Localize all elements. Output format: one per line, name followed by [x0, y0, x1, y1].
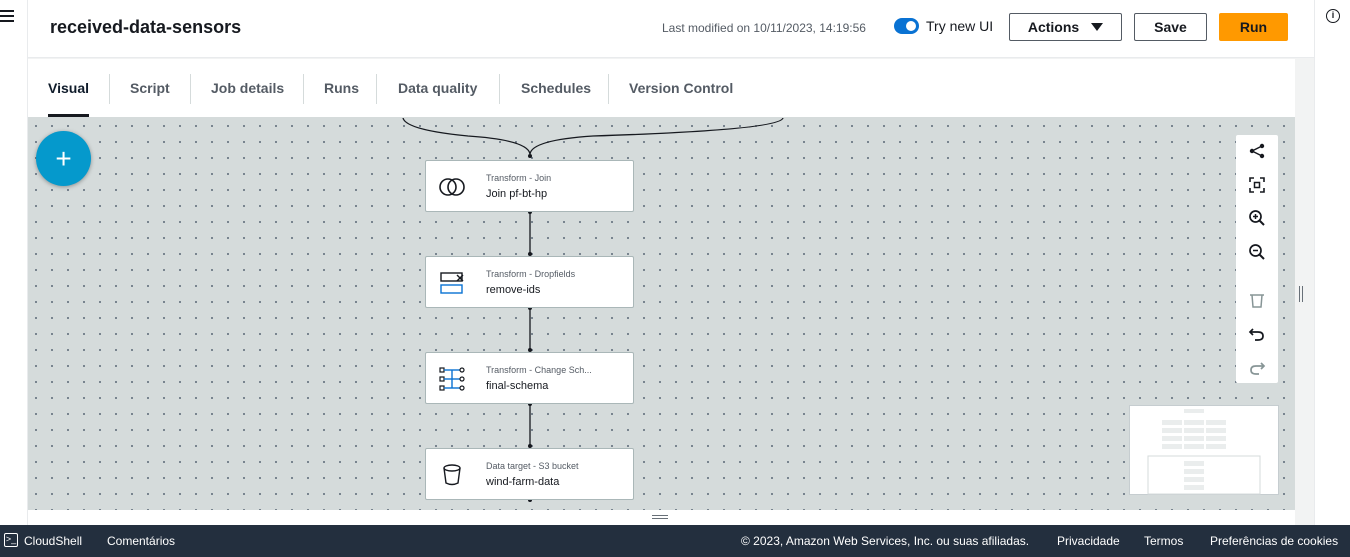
- node-connections: [402, 118, 784, 502]
- tab-runs[interactable]: Runs: [324, 59, 359, 117]
- cloudshell-icon[interactable]: >_: [4, 533, 18, 547]
- job-header: received-data-sensors Last modified on 1…: [28, 0, 1314, 58]
- copyright-text: © 2023, Amazon Web Services, Inc. ou sua…: [741, 534, 1030, 548]
- job-title: received-data-sensors: [50, 17, 242, 37]
- node-join[interactable]: Transform - Join Join pf-bt-hp: [425, 160, 634, 212]
- node-type: Transform - Change Sch...: [486, 365, 592, 375]
- actions-button[interactable]: Actions: [1009, 13, 1122, 41]
- canvas-minimap[interactable]: [1129, 405, 1279, 495]
- join-icon: [439, 178, 465, 196]
- console-footer: >_ CloudShell Comentários © 2023, Amazon…: [0, 525, 1350, 557]
- terms-link[interactable]: Termos: [1144, 534, 1183, 548]
- tab-script[interactable]: Script: [130, 59, 170, 117]
- tab-divider: [190, 74, 191, 104]
- actions-button-label: Actions: [1027, 19, 1080, 35]
- layout-icon[interactable]: [1247, 141, 1267, 161]
- canvas-toolbar: [1236, 135, 1278, 383]
- left-nav-strip: [0, 0, 28, 525]
- save-button[interactable]: Save: [1134, 13, 1207, 41]
- info-icon[interactable]: i: [1326, 9, 1340, 23]
- node-name: remove-ids: [486, 284, 541, 296]
- minimap-preview: [1147, 409, 1261, 495]
- node-type: Transform - Join: [486, 173, 552, 183]
- job-tabs: Visual Script Job details Runs Data qual…: [28, 59, 1295, 118]
- privacy-link[interactable]: Privacidade: [1057, 534, 1120, 548]
- s3-bucket-icon: [443, 464, 461, 486]
- undo-icon[interactable]: [1247, 324, 1267, 344]
- node-dropfields[interactable]: Transform - Dropfields remove-ids: [425, 256, 634, 308]
- fit-screen-icon[interactable]: [1247, 175, 1267, 195]
- tab-divider: [499, 74, 500, 104]
- tab-divider: [303, 74, 304, 104]
- tab-divider: [608, 74, 609, 104]
- node-type: Transform - Dropfields: [486, 269, 576, 279]
- change-schema-icon: [439, 367, 465, 391]
- zoom-in-icon[interactable]: [1247, 208, 1267, 228]
- tab-schedules[interactable]: Schedules: [521, 59, 591, 117]
- menu-icon[interactable]: [0, 10, 14, 22]
- node-s3-target[interactable]: Data target - S3 bucket wind-farm-data: [425, 448, 634, 500]
- add-node-button[interactable]: +: [36, 131, 91, 186]
- tab-version-control[interactable]: Version Control: [629, 59, 733, 117]
- cookie-preferences-link[interactable]: Preferências de cookies: [1210, 534, 1338, 548]
- delete-icon[interactable]: [1247, 290, 1267, 310]
- right-panel-strip: i: [1314, 0, 1350, 525]
- visual-canvas[interactable]: + Transform - Join Join pf-bt-hp Transfo…: [28, 118, 1295, 510]
- redo-icon[interactable]: [1247, 358, 1267, 378]
- cloudshell-link[interactable]: CloudShell: [24, 534, 82, 548]
- bottom-panel-drag-area: [28, 510, 1295, 525]
- node-type: Data target - S3 bucket: [486, 461, 579, 471]
- toggle-knob: [906, 21, 916, 31]
- node-change-schema[interactable]: Transform - Change Sch... final-schema: [425, 352, 634, 404]
- last-modified-text: Last modified on 10/11/2023, 14:19:56: [662, 21, 866, 35]
- side-panel-resize-handle[interactable]: [1299, 286, 1305, 302]
- node-name: Join pf-bt-hp: [486, 188, 548, 200]
- panel-resize-grip[interactable]: [652, 515, 668, 519]
- try-new-ui-label: Try new UI: [926, 18, 994, 34]
- tab-divider: [376, 74, 377, 104]
- try-new-ui-toggle[interactable]: [894, 18, 919, 34]
- run-button[interactable]: Run: [1219, 13, 1288, 41]
- node-name: wind-farm-data: [486, 476, 560, 488]
- zoom-out-icon[interactable]: [1247, 242, 1267, 262]
- tab-visual[interactable]: Visual: [48, 59, 89, 117]
- tab-job-details[interactable]: Job details: [211, 59, 284, 117]
- drop-fields-icon: [440, 272, 464, 294]
- tab-divider: [109, 74, 110, 104]
- feedback-link[interactable]: Comentários: [107, 534, 175, 548]
- node-name: final-schema: [486, 380, 549, 392]
- caret-down-icon: [1091, 23, 1104, 31]
- tab-data-quality[interactable]: Data quality: [398, 59, 477, 117]
